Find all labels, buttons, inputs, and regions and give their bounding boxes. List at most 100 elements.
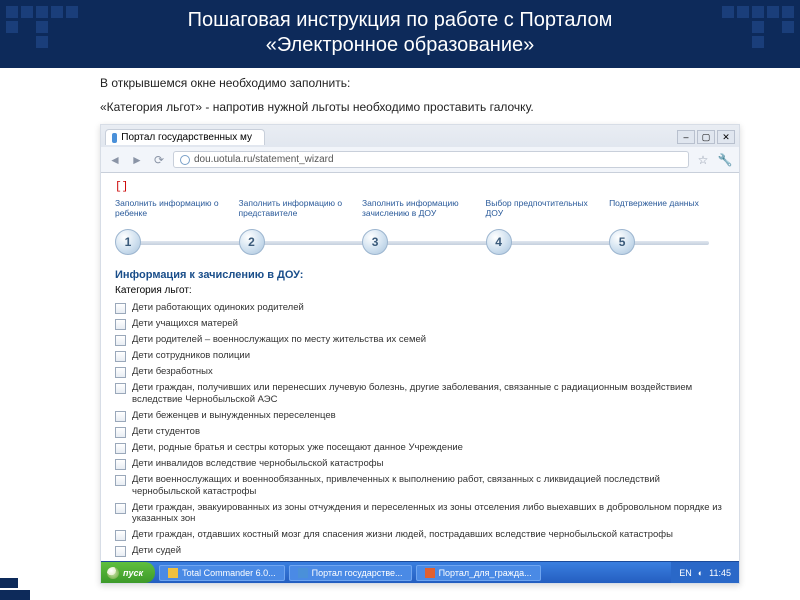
- intro-text-1: В открывшемся окне необходимо заполнить:: [100, 76, 740, 90]
- benefit-label: Дети сотрудников полиции: [132, 350, 250, 362]
- checkbox[interactable]: [115, 546, 126, 557]
- wizard-step-2[interactable]: Заполнить информацию о представителе 2: [239, 199, 355, 255]
- back-button[interactable]: ◄: [107, 152, 123, 168]
- benefit-label: Дети безработных: [132, 366, 213, 378]
- slide-body: В открывшемся окне необходимо заполнить:…: [0, 68, 800, 114]
- clock: 11:45: [709, 568, 731, 578]
- checkbox[interactable]: [115, 303, 126, 314]
- step-label: Заполнить информацию о представителе: [239, 199, 355, 229]
- section-title: Информация к зачислению в ДОУ:: [115, 269, 725, 281]
- taskbar-item[interactable]: Портал государстве...: [289, 565, 412, 581]
- benefit-label: Дети, родные братья и сестры которых уже…: [132, 442, 463, 454]
- step-label: Подтвержение данных: [609, 199, 725, 229]
- benefit-item: Дети военнослужащих и военнообязанных, п…: [115, 472, 725, 500]
- reload-button[interactable]: ⟳: [151, 152, 167, 168]
- step-number-circle: 5: [609, 229, 635, 255]
- step-number-circle: 3: [362, 229, 388, 255]
- benefit-label: Дети родителей – военнослужащих по месту…: [132, 334, 426, 346]
- taskbar-item[interactable]: Портал_для_гражда...: [416, 565, 541, 581]
- step-number-circle: 1: [115, 229, 141, 255]
- checkbox[interactable]: [115, 530, 126, 541]
- url-text: dou.uotula.ru/statement_wizard: [194, 154, 334, 165]
- benefit-item: Дети родителей – военнослужащих по месту…: [115, 332, 725, 348]
- benefit-item: Дети работающих одиноких родителей: [115, 300, 725, 316]
- benefit-label: Дети студентов: [132, 426, 200, 438]
- start-orb-icon: [107, 567, 119, 579]
- benefit-item: Дети судей: [115, 543, 725, 559]
- decoration-top-left: [6, 6, 78, 48]
- benefit-label: Дети граждан, отдавших костный мозг для …: [132, 529, 673, 541]
- start-label: пуск: [123, 568, 143, 578]
- app-icon: [298, 568, 308, 578]
- benefit-item: Дети инвалидов вследствие чернобыльской …: [115, 456, 725, 472]
- address-bar[interactable]: dou.uotula.ru/statement_wizard: [173, 151, 689, 168]
- system-tray: EN ◐ 11:45: [671, 562, 739, 583]
- intro-text-2: «Категория льгот» - напротив нужной льго…: [100, 100, 740, 114]
- bookmark-icon[interactable]: ☆: [695, 152, 711, 168]
- language-indicator[interactable]: EN: [679, 568, 692, 578]
- red-brackets: []: [115, 181, 725, 193]
- step-label: Заполнить информацию зачислению в ДОУ: [362, 199, 478, 229]
- benefit-item: Дети граждан, отдавших костный мозг для …: [115, 527, 725, 543]
- start-button[interactable]: пуск: [101, 562, 155, 583]
- step-number-circle: 4: [486, 229, 512, 255]
- minimize-button[interactable]: –: [677, 130, 695, 144]
- step-label: Заполнить информацию о ребенке: [115, 199, 231, 229]
- wizard-step-5[interactable]: Подтвержение данных 5: [609, 199, 725, 255]
- benefit-item: Дети граждан, эвакуированных из зоны отч…: [115, 500, 725, 528]
- taskbar-item[interactable]: Total Commander 6.0...: [159, 565, 285, 581]
- step-label: Выбор предпочтительных ДОУ: [486, 199, 602, 229]
- checkbox[interactable]: [115, 383, 126, 394]
- app-icon: [425, 568, 435, 578]
- benefit-checkbox-list: Дети работающих одиноких родителей Дети у…: [115, 300, 725, 559]
- checkbox[interactable]: [115, 367, 126, 378]
- checkbox[interactable]: [115, 319, 126, 330]
- checkbox[interactable]: [115, 411, 126, 422]
- wizard-step-1[interactable]: Заполнить информацию о ребенке 1: [115, 199, 231, 255]
- forward-button[interactable]: ►: [129, 152, 145, 168]
- slide-title-line2: «Электронное образование»: [40, 33, 760, 58]
- field-label: Категория льгот:: [115, 285, 725, 296]
- slide-title-bar: Пошаговая инструкция по работе с Портало…: [0, 0, 800, 68]
- wizard-steps: Заполнить информацию о ребенке 1 Заполни…: [115, 199, 725, 255]
- benefit-label: Дети учащихся матерей: [132, 318, 238, 330]
- browser-tab[interactable]: Портал государственных му: [105, 129, 265, 145]
- checkbox[interactable]: [115, 427, 126, 438]
- address-row: ◄ ► ⟳ dou.uotula.ru/statement_wizard ☆ 🔧: [101, 147, 739, 172]
- slide-title-line1: Пошаговая инструкция по работе с Портало…: [40, 8, 760, 33]
- checkbox[interactable]: [115, 503, 126, 514]
- maximize-button[interactable]: ▢: [697, 130, 715, 144]
- wizard-step-4[interactable]: Выбор предпочтительных ДОУ 4: [486, 199, 602, 255]
- windows-taskbar: пуск Total Commander 6.0... Портал госуд…: [101, 561, 739, 583]
- wrench-icon[interactable]: 🔧: [717, 152, 733, 168]
- benefit-label: Дети граждан, получивших или перенесших …: [132, 382, 725, 406]
- benefit-item: Дети, родные братья и сестры которых уже…: [115, 440, 725, 456]
- browser-chrome: Портал государственных му – ▢ ✕ ◄ ► ⟳ do…: [101, 125, 739, 173]
- benefit-item: Дети граждан, получивших или перенесших …: [115, 380, 725, 408]
- benefit-item: Дети студентов: [115, 424, 725, 440]
- step-number-circle: 2: [239, 229, 265, 255]
- benefit-item: Дети учащихся матерей: [115, 316, 725, 332]
- decoration-top-right: [722, 6, 794, 48]
- wizard-step-3[interactable]: Заполнить информацию зачислению в ДОУ 3: [362, 199, 478, 255]
- favicon-icon: [112, 133, 117, 143]
- tray-icon[interactable]: ◐: [698, 568, 703, 578]
- checkbox[interactable]: [115, 459, 126, 470]
- browser-window: Портал государственных му – ▢ ✕ ◄ ► ⟳ do…: [100, 124, 740, 584]
- benefit-label: Дети инвалидов вследствие чернобыльской …: [132, 458, 383, 470]
- benefit-label: Дети беженцев и вынужденных переселенцев: [132, 410, 336, 422]
- globe-icon: [180, 155, 190, 165]
- checkbox[interactable]: [115, 475, 126, 486]
- benefit-item: Дети безработных: [115, 364, 725, 380]
- close-button[interactable]: ✕: [717, 130, 735, 144]
- decoration-bottom-left: [0, 570, 60, 600]
- benefit-label: Дети судей: [132, 545, 181, 557]
- app-icon: [168, 568, 178, 578]
- benefit-label: Дети военнослужащих и военнообязанных, п…: [132, 474, 725, 498]
- checkbox[interactable]: [115, 443, 126, 454]
- benefit-item: Дети сотрудников полиции: [115, 348, 725, 364]
- tab-title: Портал государственных му: [121, 132, 252, 143]
- benefit-label: Дети граждан, эвакуированных из зоны отч…: [132, 502, 725, 526]
- checkbox[interactable]: [115, 351, 126, 362]
- checkbox[interactable]: [115, 335, 126, 346]
